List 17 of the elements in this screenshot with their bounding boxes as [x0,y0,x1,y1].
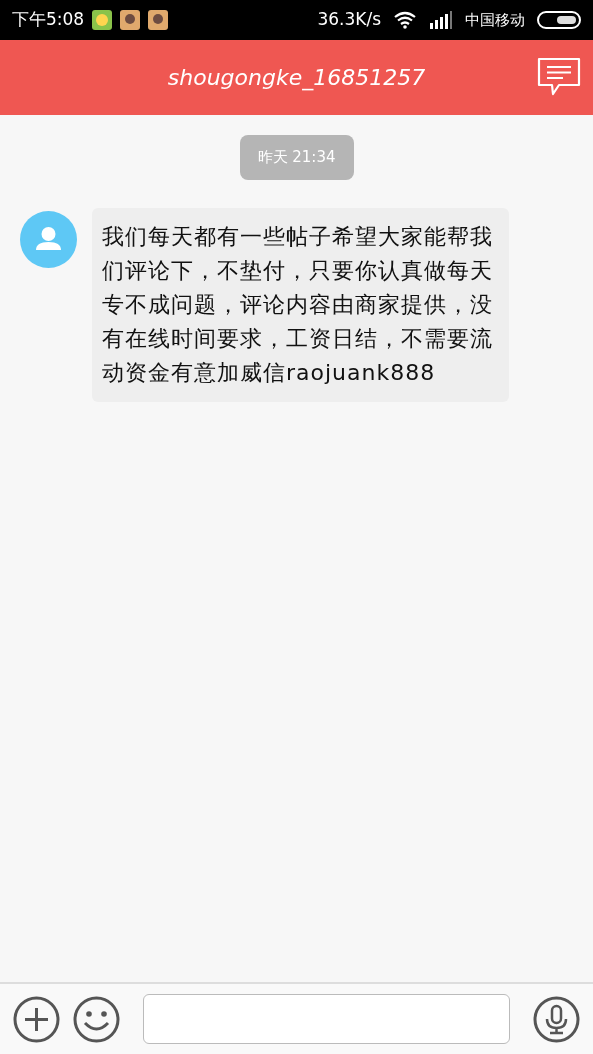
carrier-name: 中国移动 [465,9,525,31]
message-bubble: 我们每天都有一些帖子希望大家能帮我们评论下，不垫付，只要你认真做每天专不成问题，评论内容由商家提供，没有在线时间要求，工资日结，不需要流动资金有意加威信raojuank888 [92,207,509,402]
battery-icon [537,11,581,29]
status-time: 下午5:08 [12,8,85,32]
plus-icon[interactable] [13,995,60,1043]
app-icon [120,10,141,30]
message-input[interactable] [143,994,510,1044]
app-icon [92,10,113,30]
microphone-icon[interactable] [533,995,580,1043]
signal-icon [429,11,453,29]
app-icon [148,10,169,30]
network-speed: 36.3K/s [317,8,381,32]
smiley-icon[interactable] [73,995,120,1043]
chat-title: shougongke_16851257 [167,64,426,93]
timestamp: 昨天 21:34 [239,135,354,180]
message-icon[interactable] [537,57,581,97]
wifi-icon [393,11,417,29]
